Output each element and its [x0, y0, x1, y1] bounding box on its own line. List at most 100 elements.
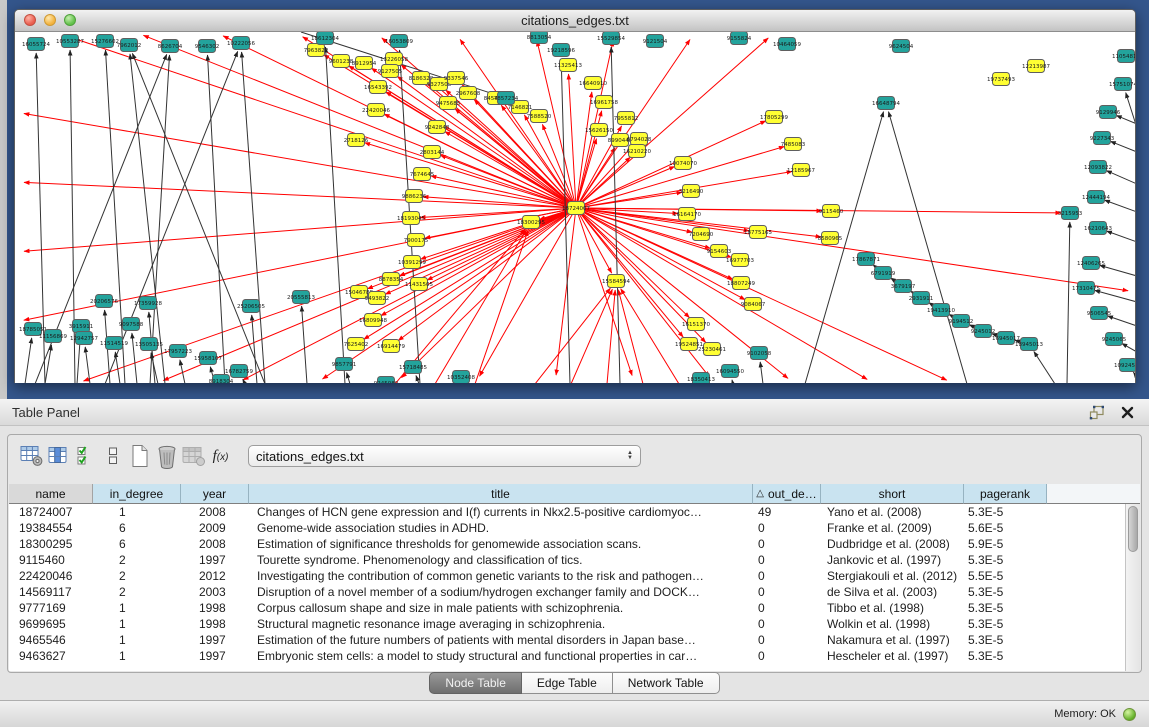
- graph-node[interactable]: 9242848: [425, 121, 450, 134]
- graph-node[interactable]: 7485083: [781, 138, 806, 151]
- graph-node[interactable]: 16055724: [22, 38, 50, 51]
- graph-node[interactable]: 19413910: [927, 304, 955, 317]
- row-height-button[interactable]: [99, 443, 126, 470]
- graph-node[interactable]: 9245080: [374, 377, 399, 384]
- network-window-titlebar[interactable]: citations_edges.txt: [15, 10, 1135, 32]
- graph-node[interactable]: 3915911: [69, 320, 94, 333]
- graph-node[interactable]: 2931911: [909, 292, 934, 305]
- graph-edge[interactable]: [1133, 372, 1135, 377]
- graph-node[interactable]: 7963822: [304, 44, 329, 57]
- graph-node[interactable]: 10924508: [1114, 359, 1135, 372]
- graph-node[interactable]: 3215953: [1058, 207, 1083, 220]
- graph-edge[interactable]: [1107, 231, 1136, 242]
- graph-edge[interactable]: [427, 208, 576, 280]
- graph-edge[interactable]: [1095, 290, 1135, 302]
- graph-edge[interactable]: [382, 38, 576, 208]
- table-row[interactable]: 946362711997Embryonic stem cells: a mode…: [9, 648, 1140, 664]
- graph-node[interactable]: 15529854: [597, 32, 625, 45]
- table-cell[interactable]: 1: [93, 600, 181, 616]
- graph-node[interactable]: 12185967: [787, 164, 815, 177]
- table-cell[interactable]: 1: [93, 504, 181, 520]
- table-cell[interactable]: Structural magnetic resonance image aver…: [249, 616, 753, 632]
- table-cell[interactable]: 5.3E-5: [964, 552, 1047, 568]
- table-cell[interactable]: 5.3E-5: [964, 600, 1047, 616]
- graph-node[interactable]: 15626150: [585, 124, 613, 137]
- table-cell[interactable]: 5.6E-5: [964, 520, 1047, 536]
- graph-node[interactable]: 16151370: [682, 318, 710, 331]
- table-cell[interactable]: 5.3E-5: [964, 648, 1047, 664]
- graph-node[interactable]: 9857791: [332, 358, 357, 371]
- table-cell[interactable]: 9699695: [9, 616, 93, 632]
- zoom-window-button[interactable]: [64, 14, 76, 26]
- graph-node[interactable]: 7900175: [404, 234, 429, 247]
- table-row[interactable]: 1456911722003Disruption of a novel membe…: [9, 584, 1140, 600]
- graph-node[interactable]: 9155824: [727, 32, 752, 45]
- tab-network-table[interactable]: Network Table: [613, 672, 720, 694]
- choose-columns-button[interactable]: [45, 443, 72, 470]
- graph-edge[interactable]: [1106, 171, 1135, 184]
- graph-edge[interactable]: [760, 362, 763, 383]
- tab-node-table[interactable]: Node Table: [429, 672, 522, 694]
- table-cell[interactable]: 0: [753, 616, 821, 632]
- graph-node[interactable]: 11514519: [100, 337, 128, 350]
- graph-edge[interactable]: [24, 208, 576, 251]
- table-cell[interactable]: 1: [93, 648, 181, 664]
- table-cell[interactable]: 5.5E-5: [964, 568, 1047, 584]
- graph-node[interactable]: 13505135: [135, 338, 163, 351]
- table-source-select[interactable]: citations_edges.txt ▲▼: [248, 445, 641, 467]
- table-cell[interactable]: 6: [93, 520, 181, 536]
- graph-edge[interactable]: [365, 143, 576, 208]
- table-cell[interactable]: 0: [753, 584, 821, 600]
- graph-edge[interactable]: [84, 208, 577, 381]
- graph-node[interactable]: 9337546: [444, 72, 469, 85]
- graph-node[interactable]: 12406265: [1077, 257, 1105, 270]
- column-header-short[interactable]: short: [821, 484, 964, 504]
- graph-node[interactable]: 17957223: [164, 345, 192, 358]
- table-cell[interactable]: Investigating the contribution of common…: [249, 568, 753, 584]
- graph-node[interactable]: 16648794: [872, 97, 900, 110]
- graph-node[interactable]: 16914479: [377, 340, 405, 353]
- close-panel-button[interactable]: [1117, 403, 1137, 421]
- graph-node[interactable]: 11054819: [1112, 50, 1135, 63]
- graph-node[interactable]: 13226058: [380, 53, 408, 66]
- table-cell[interactable]: Estimation of significance thresholds fo…: [249, 536, 753, 552]
- graph-node[interactable]: 9546302: [195, 40, 220, 53]
- column-visibility-button[interactable]: [72, 443, 99, 470]
- graph-edge[interactable]: [576, 167, 675, 209]
- table-cell[interactable]: 5.3E-5: [964, 504, 1047, 520]
- graph-node[interactable]: 7625402: [344, 338, 369, 351]
- graph-edge[interactable]: [70, 50, 75, 383]
- graph-edge[interactable]: [25, 338, 32, 383]
- graph-edge[interactable]: [1034, 352, 1055, 384]
- graph-node[interactable]: 8580965: [818, 232, 843, 245]
- graph-node[interactable]: 19737493: [987, 73, 1015, 86]
- graph-edge[interactable]: [1100, 265, 1135, 276]
- table-cell[interactable]: Dudbridge et al. (2008): [821, 536, 964, 552]
- graph-node[interactable]: 9601238: [329, 55, 354, 68]
- table-cell[interactable]: 0: [753, 536, 821, 552]
- graph-edge[interactable]: [732, 380, 733, 383]
- minimize-window-button[interactable]: [44, 14, 56, 26]
- table-cell[interactable]: 1997: [181, 552, 249, 568]
- table-row[interactable]: 2242004622012Investigating the contribut…: [9, 568, 1140, 584]
- graph-node[interactable]: 16543392: [364, 81, 392, 94]
- graph-edge[interactable]: [571, 289, 612, 383]
- graph-edge[interactable]: [416, 376, 419, 384]
- graph-edge[interactable]: [576, 147, 784, 209]
- graph-node[interactable]: 10464059: [773, 38, 801, 51]
- table-cell[interactable]: 9115460: [9, 552, 93, 568]
- graph-edge[interactable]: [576, 208, 690, 318]
- function-builder-button[interactable]: f(x): [207, 443, 234, 470]
- graph-node[interactable]: 15584594: [602, 275, 630, 288]
- table-cell[interactable]: Stergiakouli et al. (2012): [821, 568, 964, 584]
- graph-node[interactable]: 12213987: [1022, 60, 1050, 73]
- graph-node[interactable]: 7674645: [410, 168, 435, 181]
- scrollbar-thumb[interactable]: [1128, 506, 1138, 552]
- graph-node[interactable]: 25206505: [237, 300, 265, 313]
- graph-node[interactable]: 18300295: [517, 216, 545, 229]
- graph-node[interactable]: 17867871: [852, 253, 880, 266]
- table-cell[interactable]: 1: [93, 616, 181, 632]
- graph-edge[interactable]: [576, 38, 768, 208]
- graph-node[interactable]: 6794028: [627, 133, 652, 146]
- table-cell[interactable]: Disruption of a novel member of a sodium…: [249, 584, 753, 600]
